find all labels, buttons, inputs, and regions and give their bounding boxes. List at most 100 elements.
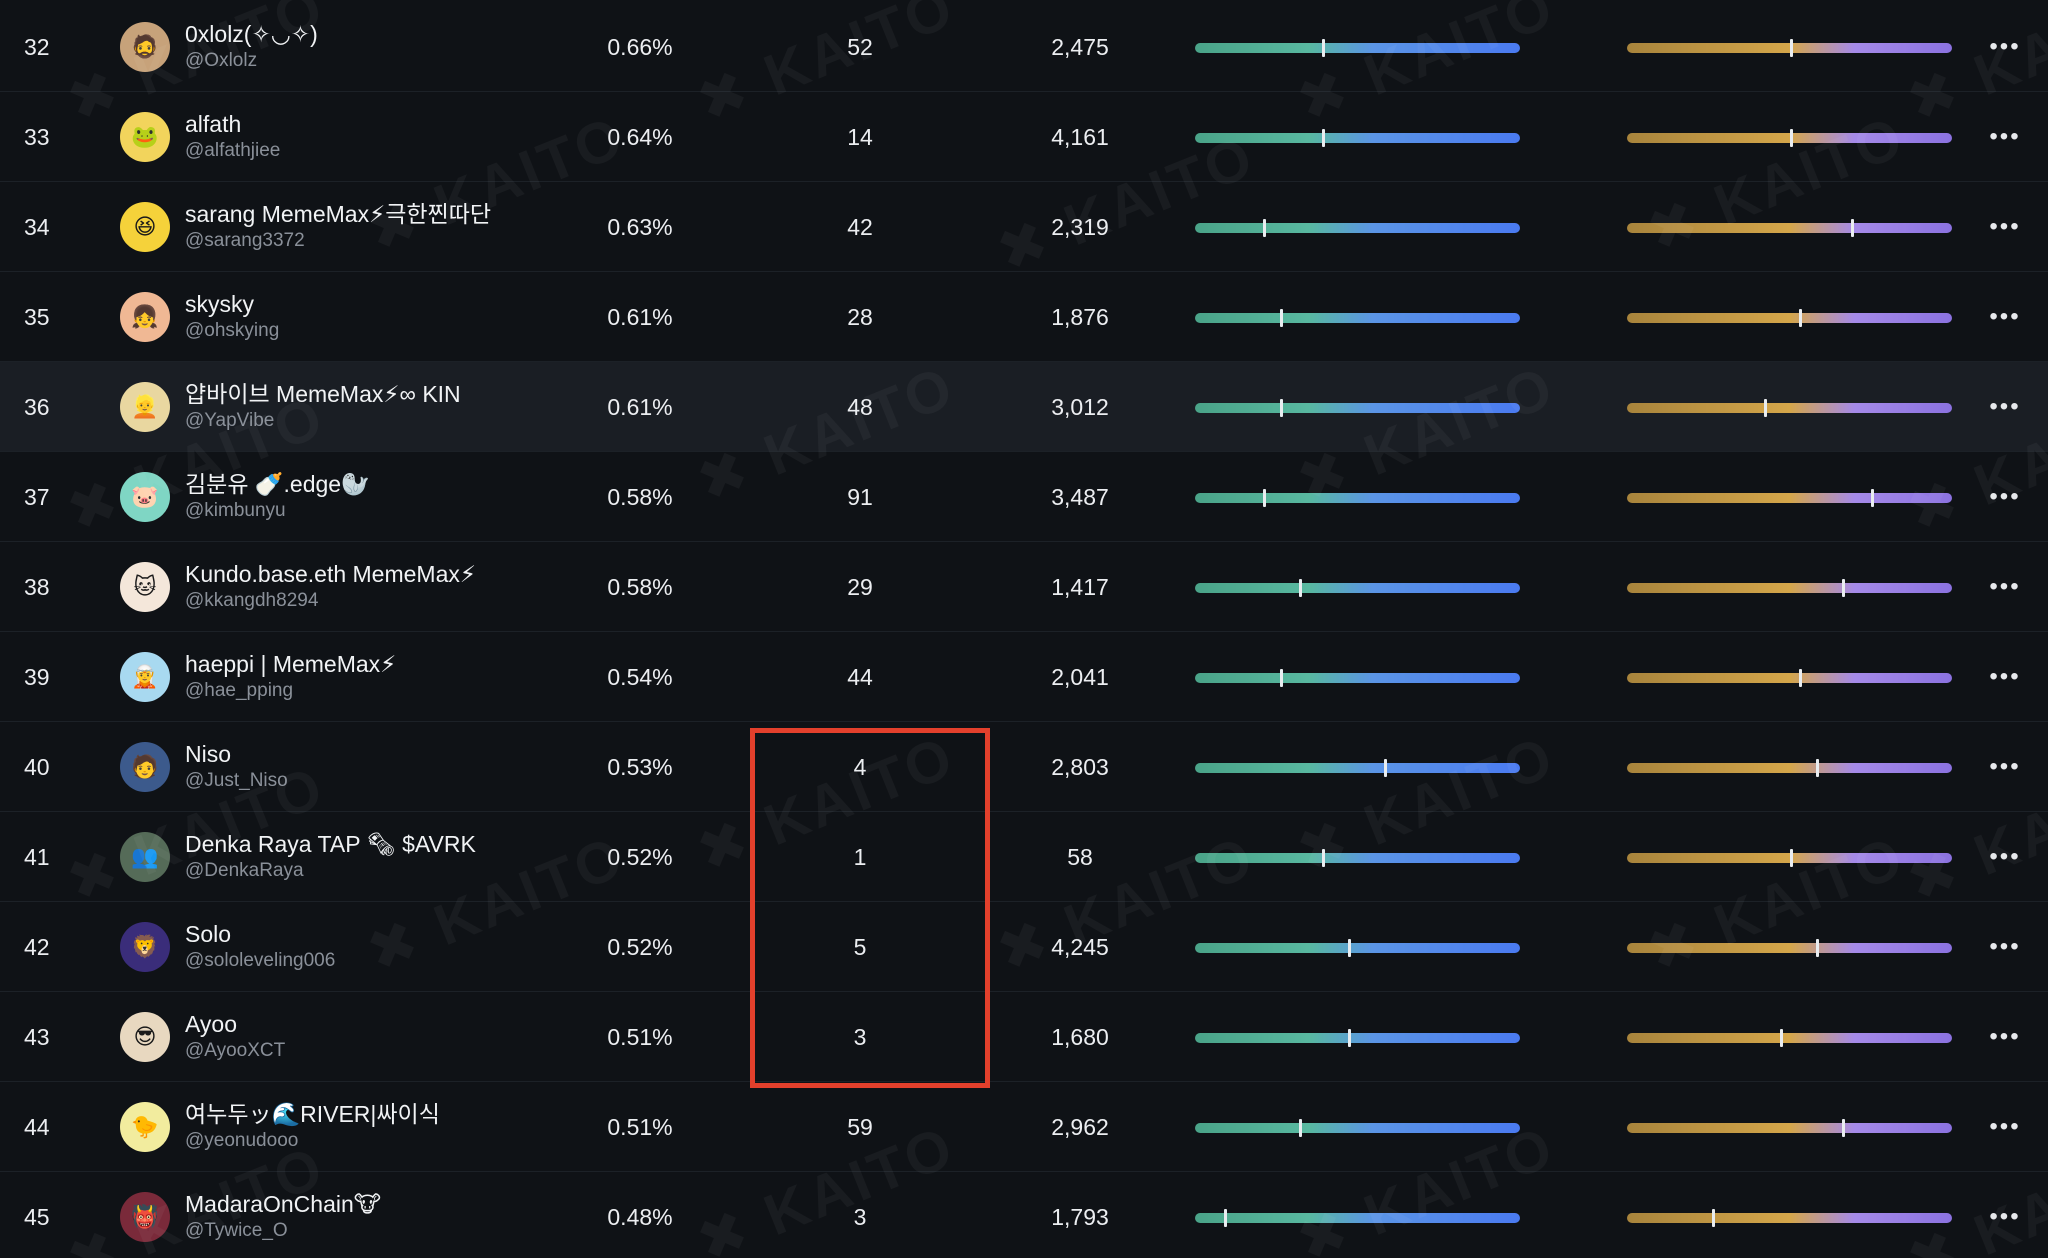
user-handle[interactable]: @DenkaRaya xyxy=(185,858,565,884)
followers-value: 2,475 xyxy=(1051,33,1109,60)
display-name[interactable]: 얍바이브 MemeMax⚡∞ KIN xyxy=(185,380,565,408)
more-options-icon[interactable]: ••• xyxy=(1985,992,2025,1082)
display-name[interactable]: Denka Raya TAP 🗞 $AVRK xyxy=(185,830,565,858)
count-value: 3 xyxy=(853,1023,867,1050)
avatar[interactable]: 🐷 xyxy=(120,472,170,522)
progress-bar-secondary xyxy=(1627,39,1952,57)
more-options-icon[interactable]: ••• xyxy=(1985,722,2025,812)
more-options-icon[interactable]: ••• xyxy=(1985,542,2025,632)
display-name[interactable]: 0xlolz(✧◡✧) xyxy=(185,20,565,48)
avatar[interactable]: 👥 xyxy=(120,832,170,882)
progress-bar-secondary xyxy=(1627,489,1952,507)
progress-bar-secondary xyxy=(1627,129,1952,147)
table-row[interactable]: 39 🧝 haeppi | MemeMax⚡ @hae_pping 0.54% 44 2,0… xyxy=(0,632,2048,722)
user-handle[interactable]: @Just_Niso xyxy=(185,768,565,794)
avatar[interactable]: 🧑 xyxy=(120,742,170,792)
progress-bar-primary xyxy=(1195,39,1520,57)
user-handle[interactable]: @Tywice_O xyxy=(185,1218,565,1244)
more-options-icon[interactable]: ••• xyxy=(1985,92,2025,182)
bar-marker xyxy=(1347,1029,1351,1047)
rank: 35 xyxy=(24,303,50,330)
avatar[interactable]: 🧔 xyxy=(120,22,170,72)
table-row[interactable]: 38 🐱 Kundo.base.eth MemeMax⚡ @kkangdh8294 0.… xyxy=(0,542,2048,632)
display-name[interactable]: 여누두ッ🌊RIVER|싸이식 xyxy=(185,1100,565,1128)
table-row[interactable]: 44 🐤 여누두ッ🌊RIVER|싸이식 @yeonudooo 0.51% 59 2,962 •… xyxy=(0,1082,2048,1172)
table-row[interactable]: 35 👧 skysky @ohskying 0.61% 28 1,876 ••• xyxy=(0,272,2048,362)
avatar[interactable]: 🐸 xyxy=(120,112,170,162)
display-name[interactable]: MadaraOnChain🐮 xyxy=(185,1190,565,1218)
avatar[interactable]: 🐤 xyxy=(120,1102,170,1152)
more-options-icon[interactable]: ••• xyxy=(1985,2,2025,92)
user-handle[interactable]: @AyooXCT xyxy=(185,1038,565,1064)
progress-bar-primary xyxy=(1195,1029,1520,1047)
rank: 40 xyxy=(24,753,50,780)
mindshare-value: 0.66% xyxy=(607,33,673,60)
bar-marker xyxy=(1279,399,1283,417)
user-names: Ayoo @AyooXCT xyxy=(185,1010,565,1064)
user-handle[interactable]: @kimbunyu xyxy=(185,498,565,524)
more-options-icon[interactable]: ••• xyxy=(1985,812,2025,902)
more-options-icon[interactable]: ••• xyxy=(1985,1082,2025,1172)
table-row[interactable]: 34 😆 sarang MemeMax⚡극한찐따단 @sarang3372 0.63% 4… xyxy=(0,182,2048,272)
display-name[interactable]: Kundo.base.eth MemeMax⚡ xyxy=(185,560,565,588)
table-row[interactable]: 42 🦁 Solo @sololeveling006 0.52% 5 4,245 ••• xyxy=(0,902,2048,992)
count-value: 14 xyxy=(847,123,873,150)
user-handle[interactable]: @sololeveling006 xyxy=(185,948,565,974)
user-handle[interactable]: @Oxlolz xyxy=(185,48,565,74)
table-row[interactable]: 32 🧔 0xlolz(✧◡✧) @Oxlolz 0.66% 52 2,475 ••• xyxy=(0,2,2048,92)
avatar[interactable]: 🧝 xyxy=(120,652,170,702)
avatar[interactable]: 🐱 xyxy=(120,562,170,612)
table-row[interactable]: 33 🐸 alfath @alfathjiee 0.64% 14 4,161 ••• xyxy=(0,92,2048,182)
table-row[interactable]: 43 😎 Ayoo @AyooXCT 0.51% 3 1,680 ••• xyxy=(0,992,2048,1082)
more-options-icon[interactable]: ••• xyxy=(1985,182,2025,272)
bar-marker xyxy=(1224,1209,1228,1227)
mindshare-value: 0.51% xyxy=(607,1113,673,1140)
followers-value: 2,041 xyxy=(1051,663,1109,690)
progress-bar-primary xyxy=(1195,309,1520,327)
display-name[interactable]: haeppi | MemeMax⚡ xyxy=(185,650,565,678)
user-handle[interactable]: @yeonudooo xyxy=(185,1128,565,1154)
user-names: skysky @ohskying xyxy=(185,290,565,344)
rank: 42 xyxy=(24,933,50,960)
user-handle[interactable]: @YapVibe xyxy=(185,408,565,434)
display-name[interactable]: Ayoo xyxy=(185,1010,565,1038)
bar-marker xyxy=(1321,849,1325,867)
table-row[interactable]: 41 👥 Denka Raya TAP 🗞 $AVRK @DenkaRaya 0.52%… xyxy=(0,812,2048,902)
avatar[interactable]: 👱 xyxy=(120,382,170,432)
display-name[interactable]: alfath xyxy=(185,110,565,138)
user-handle[interactable]: @alfathjiee xyxy=(185,138,565,164)
more-options-icon[interactable]: ••• xyxy=(1985,272,2025,362)
user-names: Denka Raya TAP 🗞 $AVRK @DenkaRaya xyxy=(185,830,565,884)
display-name[interactable]: Solo xyxy=(185,920,565,948)
user-handle[interactable]: @ohskying xyxy=(185,318,565,344)
user-handle[interactable]: @hae_pping xyxy=(185,678,565,704)
more-options-icon[interactable]: ••• xyxy=(1985,452,2025,542)
display-name[interactable]: 김분유 🍼.edge🦭 xyxy=(185,470,565,498)
table-row[interactable]: 37 🐷 김분유 🍼.edge🦭 @kimbunyu 0.58% 91 3,487 ••• xyxy=(0,452,2048,542)
bar-marker xyxy=(1779,1029,1783,1047)
progress-bar-secondary xyxy=(1627,849,1952,867)
user-handle[interactable]: @kkangdh8294 xyxy=(185,588,565,614)
progress-bar-primary xyxy=(1195,759,1520,777)
avatar[interactable]: 😆 xyxy=(120,202,170,252)
user-handle[interactable]: @sarang3372 xyxy=(185,228,565,254)
count-value: 48 xyxy=(847,393,873,420)
avatar[interactable]: 👹 xyxy=(120,1192,170,1242)
avatar[interactable]: 🦁 xyxy=(120,922,170,972)
more-options-icon[interactable]: ••• xyxy=(1985,362,2025,452)
display-name[interactable]: skysky xyxy=(185,290,565,318)
table-row[interactable]: 40 🧑 Niso @Just_Niso 0.53% 4 2,803 ••• xyxy=(0,722,2048,812)
more-options-icon[interactable]: ••• xyxy=(1985,1172,2025,1258)
table-row[interactable]: 36 👱 얍바이브 MemeMax⚡∞ KIN @YapVibe 0.61% 48 3,01… xyxy=(0,362,2048,452)
followers-value: 58 xyxy=(1067,843,1093,870)
avatar[interactable]: 👧 xyxy=(120,292,170,342)
mindshare-value: 0.58% xyxy=(607,573,673,600)
display-name[interactable]: sarang MemeMax⚡극한찐따단 xyxy=(185,200,565,228)
more-options-icon[interactable]: ••• xyxy=(1985,632,2025,722)
display-name[interactable]: Niso xyxy=(185,740,565,768)
table-row[interactable]: 45 👹 MadaraOnChain🐮 @Tywice_O 0.48% 3 1,793 ••• xyxy=(0,1172,2048,1258)
mindshare-value: 0.64% xyxy=(607,123,673,150)
progress-bar-primary xyxy=(1195,489,1520,507)
avatar[interactable]: 😎 xyxy=(120,1012,170,1062)
more-options-icon[interactable]: ••• xyxy=(1985,902,2025,992)
